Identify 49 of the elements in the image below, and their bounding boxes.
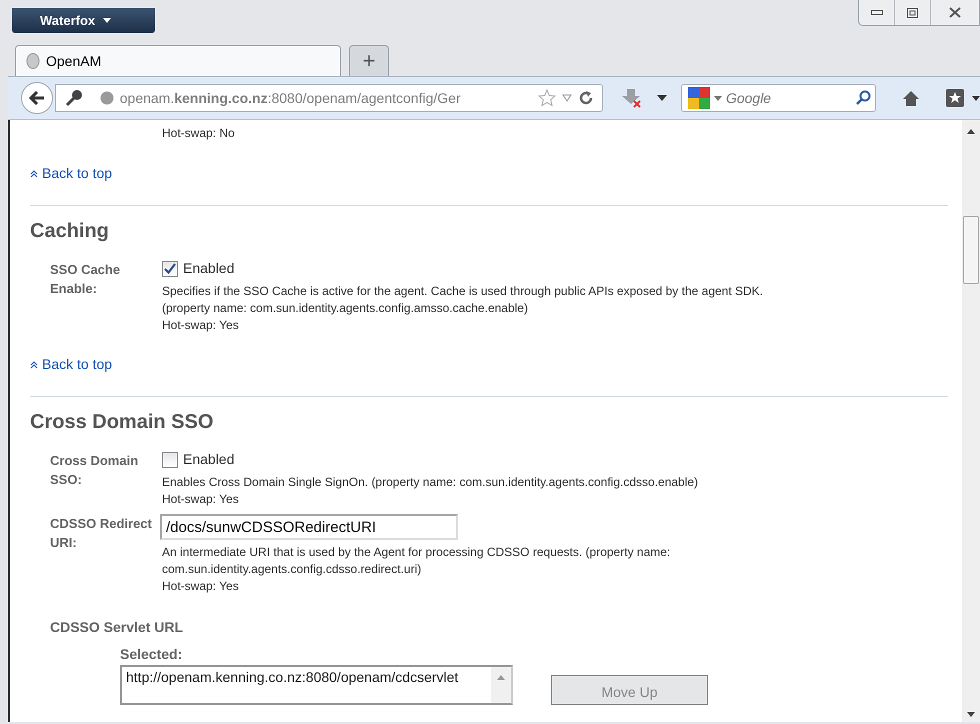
app-menu-button[interactable]: Waterfox xyxy=(12,8,155,33)
reload-icon[interactable] xyxy=(578,90,594,106)
search-icon[interactable] xyxy=(854,90,871,106)
maximize-icon xyxy=(907,8,918,18)
field-label: CDSSO Redirect URI: xyxy=(50,515,153,552)
caret-icon xyxy=(103,18,112,23)
hot-swap-text: Hot-swap: Yes xyxy=(162,317,240,334)
search-engine-icon[interactable] xyxy=(688,87,710,109)
double-chevron-up-icon xyxy=(30,360,38,368)
description-text: An intermediate URI that is used by the Agent for processing CDSSO requests. (property name: com.sun.identity.agents.config.cdsso.redirect.uri) xyxy=(162,544,672,578)
new-tab-button[interactable]: + xyxy=(349,45,389,76)
search-field[interactable]: Google xyxy=(680,84,876,112)
close-icon xyxy=(949,7,961,18)
enabled-checkbox[interactable]: Enabled xyxy=(162,451,948,468)
field-label: CDSSO Servlet URL xyxy=(50,618,184,637)
scroll-up-icon[interactable] xyxy=(967,129,975,134)
list-label: Selected: xyxy=(119,645,184,664)
back-to-top-link[interactable]: Back to top xyxy=(30,354,112,375)
scroll-down-icon[interactable] xyxy=(967,712,975,717)
description-text: Specifies if the SSO Cache is active for the agent. Cache is used through public APIs exposed by the agent SDK. (property name: com.sun.identity.agents.config.amsso.cache.enable) xyxy=(162,283,764,317)
star-icon[interactable] xyxy=(538,89,556,107)
field-label: Cross Domain SSO: xyxy=(50,452,140,489)
enabled-checkbox[interactable]: Enabled xyxy=(162,260,948,277)
checkmark-icon xyxy=(164,263,176,274)
back-to-top-link[interactable]: Back to top xyxy=(30,163,112,184)
download-icon[interactable] xyxy=(621,88,644,108)
list-item[interactable]: http://openam.kenning.co.nz:8080/openam/cdcservlet xyxy=(126,667,491,688)
field-label: SSO Cache Enable: xyxy=(50,261,122,298)
minimize-icon xyxy=(870,10,882,15)
description-text: Enables Cross Domain Single SignOn. (property name: com.sun.identity.agents.config.cdsso.enable) xyxy=(162,474,700,491)
list-box[interactable]: http://openam.kenning.co.nz:8080/openam/cdcservlet xyxy=(120,665,513,705)
hot-swap-text: Hot-swap: Yes xyxy=(162,491,240,508)
hot-swap-text: Hot-swap: No xyxy=(161,125,236,142)
key-icon xyxy=(64,89,84,107)
uri-input-field[interactable]: /docs/sunwCDSSORedirectURI xyxy=(160,514,458,540)
section-heading: Cross Domain SSO xyxy=(30,410,214,435)
dropdown-arrow-icon[interactable] xyxy=(657,95,667,101)
dropdown-arrow-icon[interactable] xyxy=(714,96,722,100)
dropdown-arrow-icon[interactable] xyxy=(972,96,980,100)
home-icon[interactable] xyxy=(902,90,920,106)
scrollbar-thumb[interactable] xyxy=(963,216,979,284)
hot-swap-text: Hot-swap: Yes xyxy=(162,578,240,595)
section-heading: Caching xyxy=(30,219,110,244)
back-button[interactable] xyxy=(21,82,53,114)
browser-tab[interactable]: OpenAM xyxy=(15,45,341,76)
scrollbar[interactable] xyxy=(962,120,980,722)
back-arrow-icon xyxy=(28,91,45,105)
double-chevron-up-icon xyxy=(30,170,38,178)
search-input[interactable]: Google xyxy=(726,88,851,108)
